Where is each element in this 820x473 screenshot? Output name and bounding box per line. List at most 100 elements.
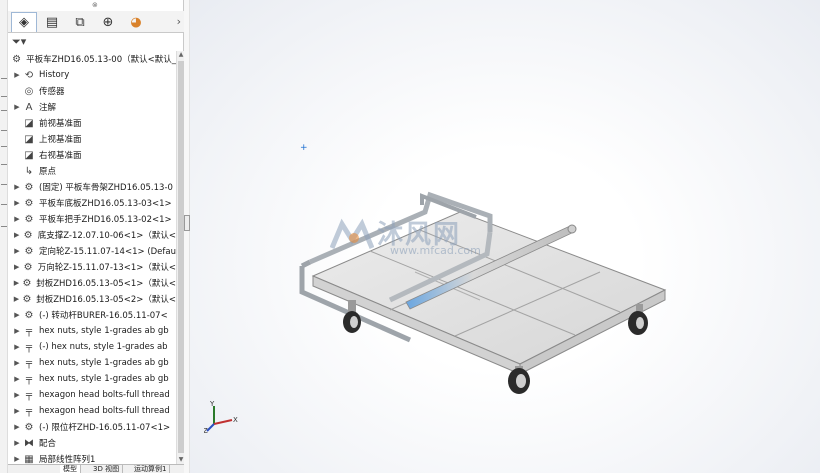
tree-item-label: History: [39, 70, 70, 80]
expand-arrow-icon[interactable]: ▶: [12, 183, 22, 191]
tree-item[interactable]: ▶ ╤ hexagon head bolts-full thread: [8, 403, 176, 419]
tree-item[interactable]: ▶ ⚙ 封板ZHD16.05.13-05<2>（默认<: [8, 291, 176, 307]
tab-display-manager[interactable]: ◕: [123, 12, 149, 32]
expand-arrow-icon[interactable]: ▶: [12, 391, 22, 399]
assembly-icon: ⚙: [12, 53, 22, 65]
expand-arrow-icon[interactable]: ▶: [12, 359, 22, 367]
edge-marker: [1, 78, 7, 79]
tab-dimxpert-manager[interactable]: ⊕: [95, 12, 121, 32]
tree-item[interactable]: ▶ ⚙ (-) 限位杆ZHD-16.05.11-07<1>: [8, 419, 176, 435]
tree-item-label: hex nuts, style 1-grades ab gb: [39, 326, 169, 336]
tree-item[interactable]: ▶ ⚙ 定向轮Z-15.11.07-14<1> (Defau: [8, 243, 176, 259]
tree-item-label: (-) 限位杆ZHD-16.05.11-07<1>: [39, 423, 171, 433]
part-icon: ⚙: [22, 293, 32, 305]
expand-arrow-icon[interactable]: ▶: [12, 215, 22, 223]
tabs-more-arrow-icon[interactable]: ›: [177, 15, 181, 28]
tree-root-label: 平板车ZHD16.05.13-00（默认<默认_: [26, 55, 176, 65]
tab-feature-manager[interactable]: ◈: [11, 12, 37, 32]
tab-3d-views[interactable]: 3D 视图: [90, 465, 124, 473]
edge-marker: [1, 130, 7, 131]
expand-arrow-icon[interactable]: ▶: [12, 199, 22, 207]
tree-scrollbar[interactable]: ▲ ▼: [176, 51, 184, 464]
tab-model[interactable]: 模型: [60, 465, 81, 473]
expand-arrow-icon[interactable]: ▶: [12, 295, 21, 303]
expand-arrow-icon[interactable]: ▶: [12, 311, 22, 319]
tab-property-manager[interactable]: ▤: [39, 12, 65, 32]
edge-marker: [1, 110, 7, 111]
panel-grip-icon[interactable]: ⊗: [92, 1, 98, 9]
tree-item-label: 右视基准面: [39, 151, 82, 161]
expand-arrow-icon[interactable]: ▶: [12, 103, 22, 111]
part-icon: ⚙: [22, 277, 32, 289]
feature-tree: ⚙ 平板车ZHD16.05.13-00（默认<默认_ ▶ ⟲ History ◎ 传感器…: [8, 51, 176, 465]
configuration-manager-icon: ⧉: [75, 14, 85, 30]
part-icon: ⚙: [24, 197, 34, 209]
tree-item[interactable]: ◪ 右视基准面: [8, 147, 176, 163]
tree-item-label: 原点: [39, 167, 57, 177]
tree-item[interactable]: ▶ ⧓ 配合: [8, 435, 176, 451]
expand-arrow-icon[interactable]: ▶: [12, 247, 22, 255]
tree-item-label: hexagon head bolts-full thread: [39, 390, 170, 400]
bottom-tabs: 模型 3D 视图 运动算例1: [8, 464, 184, 473]
tree-item[interactable]: ▶ ⚙ (-) 转动杆BURER-16.05.11-07<: [8, 307, 176, 323]
tree-item[interactable]: ↳ 原点: [8, 163, 176, 179]
tree-item[interactable]: ◪ 上视基准面: [8, 131, 176, 147]
tree-item[interactable]: ▶ ⚙ 封板ZHD16.05.13-05<1>（默认<: [8, 275, 176, 291]
expand-arrow-icon[interactable]: ▶: [12, 455, 22, 463]
graphics-area[interactable]: + 沐风网 www.mfcad.com Y X Z: [190, 0, 820, 473]
flatbed-cart-model[interactable]: [190, 0, 820, 473]
expand-arrow-icon[interactable]: ▶: [12, 343, 22, 351]
tree-item[interactable]: ▶ ⚙ 平板车把手ZHD16.05.13-02<1>: [8, 211, 176, 227]
tree-item[interactable]: ▶ ⚙ 底支撑Z-12.07.10-06<1>（默认<: [8, 227, 176, 243]
tree-item-label: 注解: [39, 103, 57, 113]
expand-arrow-icon[interactable]: ▶: [12, 263, 21, 271]
tree-item-label: 局部线性阵列1: [39, 455, 96, 464]
watermark: 沐风网 www.mfcad.com: [330, 214, 500, 264]
tree-item[interactable]: ▶ A 注解: [8, 99, 176, 115]
expand-arrow-icon[interactable]: ▶: [12, 423, 22, 431]
left-edge-strip: [0, 0, 8, 473]
tree-item[interactable]: ▶ ▦ 局部线性阵列1: [8, 451, 176, 465]
pattern-icon: ▦: [24, 453, 34, 465]
tree-item[interactable]: ▶ ⟲ History: [8, 67, 176, 83]
watermark-url: www.mfcad.com: [390, 244, 481, 257]
part-icon: ⚙: [24, 181, 34, 193]
edge-marker: [1, 146, 7, 147]
part-icon: ⚙: [24, 213, 34, 225]
tree-item-label: 定向轮Z-15.11.07-14<1> (Defau: [38, 247, 176, 257]
tree-root-assembly[interactable]: ⚙ 平板车ZHD16.05.13-00（默认<默认_: [8, 51, 176, 67]
expand-arrow-icon[interactable]: ▶: [12, 71, 22, 79]
tree-item-label: hex nuts, style 1-grades ab gb: [39, 374, 169, 384]
tree-item[interactable]: ▶ ⚙ 平板车底板ZHD16.05.13-03<1>: [8, 195, 176, 211]
tree-item[interactable]: ▶ ╤ hex nuts, style 1-grades ab gb: [8, 323, 176, 339]
tree-item-label: 上视基准面: [39, 135, 82, 145]
tab-motion-study[interactable]: 运动算例1: [131, 465, 171, 473]
hardware-icon: ╤: [25, 325, 33, 337]
expand-arrow-icon[interactable]: ▶: [12, 327, 22, 335]
tree-item[interactable]: ◪ 前视基准面: [8, 115, 176, 131]
tree-item[interactable]: ▶ ╤ (-) hex nuts, style 1-grades ab: [8, 339, 176, 355]
manager-tabs: ◈ ▤ ⧉ ⊕ ◕ ›: [8, 11, 184, 33]
dimxpert-icon: ⊕: [102, 14, 114, 30]
tree-item[interactable]: ▶ ╤ hexagon head bolts-full thread: [8, 387, 176, 403]
expand-arrow-icon[interactable]: ▶: [12, 231, 21, 239]
tree-item[interactable]: ▶ ⚙ (固定) 平板车骨架ZHD16.05.13-0: [8, 179, 176, 195]
tree-item-label: 平板车把手ZHD16.05.13-02<1>: [39, 215, 172, 225]
part-icon: ⚙: [23, 229, 33, 241]
part-icon: ⚙: [24, 309, 34, 321]
tree-item[interactable]: ◎ 传感器: [8, 83, 176, 99]
tree-item[interactable]: ▶ ╤ hex nuts, style 1-grades ab gb: [8, 355, 176, 371]
expand-arrow-icon[interactable]: ▶: [12, 407, 22, 415]
tab-configuration-manager[interactable]: ⧉: [67, 12, 93, 32]
expand-arrow-icon[interactable]: ▶: [12, 279, 21, 287]
tree-item[interactable]: ▶ ╤ hex nuts, style 1-grades ab gb: [8, 371, 176, 387]
part-icon: ⚙: [23, 261, 33, 273]
expand-arrow-icon[interactable]: ▶: [12, 375, 22, 383]
filter-icon[interactable]: ⏷▾: [12, 35, 26, 49]
tree-item-label: 封板ZHD16.05.13-05<2>（默认<: [36, 295, 176, 305]
plane-icon: ◪: [24, 117, 34, 129]
expand-arrow-icon[interactable]: ▶: [12, 439, 22, 447]
tree-item[interactable]: ▶ ⚙ 万向轮Z-15.11.07-13<1>（默认<: [8, 259, 176, 275]
hardware-icon: ╤: [25, 373, 33, 385]
edge-marker: [1, 184, 7, 185]
